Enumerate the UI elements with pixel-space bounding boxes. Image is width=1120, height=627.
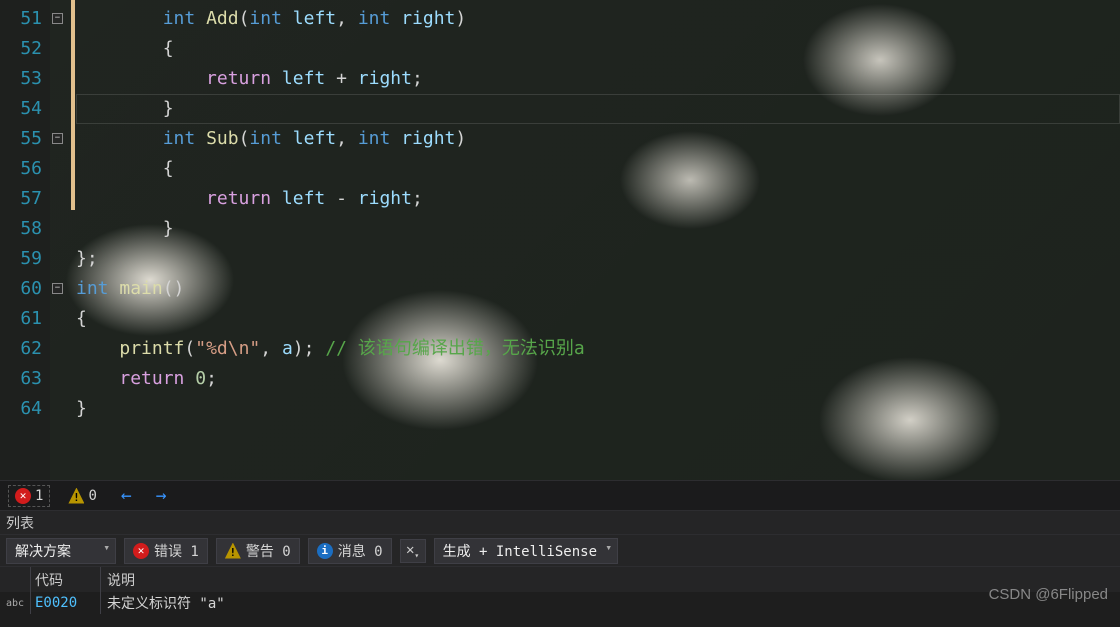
code-line[interactable]: } [76, 214, 1120, 244]
line-number: 55 [0, 124, 42, 154]
change-marker [71, 90, 75, 120]
col-desc-header[interactable]: 说明 [100, 567, 1120, 592]
fold-toggle-icon[interactable]: − [52, 133, 63, 144]
filter-messages-label: 消息 0 [338, 541, 383, 561]
clear-filter-button[interactable]: ✕▾ [400, 539, 426, 563]
line-number: 62 [0, 334, 42, 364]
line-number: 58 [0, 214, 42, 244]
code-line[interactable]: int Sub(int left, int right) [76, 124, 1120, 154]
filter-warnings-button[interactable]: ! 警告 0 [216, 538, 300, 564]
error-row[interactable]: abc E0020 未定义标识符 "a" [0, 592, 1120, 614]
status-errors[interactable]: ✕ 1 [8, 485, 50, 507]
row-desc: 未定义标识符 "a" [100, 592, 1120, 614]
code-line[interactable]: return 0; [76, 364, 1120, 394]
source-dropdown[interactable]: 生成 + IntelliSense [434, 538, 618, 564]
line-number: 52 [0, 34, 42, 64]
line-number: 56 [0, 154, 42, 184]
line-number: 60 [0, 274, 42, 304]
status-bar: ✕ 1 ! 0 ← → [0, 480, 1120, 510]
code-line[interactable]: return left - right; [76, 184, 1120, 214]
change-marker [71, 30, 75, 60]
line-number: 59 [0, 244, 42, 274]
col-code-label: 代码 [35, 570, 63, 590]
status-warnings[interactable]: ! 0 [62, 486, 102, 506]
info-icon: i [317, 543, 333, 559]
filter-errors-label: 错误 1 [154, 541, 199, 561]
code-line[interactable]: printf("%d\n", a); // 该语句编译出错，无法识别a [76, 334, 1120, 364]
filter-messages-button[interactable]: i 消息 0 [308, 538, 392, 564]
line-number-gutter: 5152535455565758596061626364 [0, 0, 50, 480]
change-marker [71, 150, 75, 180]
line-number: 53 [0, 64, 42, 94]
code-line[interactable]: }; [76, 244, 1120, 274]
row-desc-text: 未定义标识符 "a" [107, 593, 225, 613]
error-icon: ✕ [15, 488, 31, 504]
change-marker [71, 180, 75, 210]
panel-title-text: 列表 [6, 513, 34, 533]
filter-errors-button[interactable]: ✕ 错误 1 [124, 538, 208, 564]
error-list-filter-bar: 解决方案 ✕ 错误 1 ! 警告 0 i 消息 0 ✕▾ 生成 + Intell… [0, 534, 1120, 566]
fold-column: − − − [50, 0, 70, 480]
code-line[interactable]: { [76, 304, 1120, 334]
line-number: 64 [0, 394, 42, 424]
col-code-header[interactable]: 代码 [30, 567, 100, 592]
nav-prev-icon[interactable]: ← [115, 485, 138, 506]
line-number: 61 [0, 304, 42, 334]
scope-dropdown[interactable]: 解决方案 [6, 538, 116, 564]
code-line[interactable]: return left + right; [76, 64, 1120, 94]
warning-icon: ! [68, 488, 84, 504]
change-marker [71, 0, 75, 30]
scope-value: 解决方案 [15, 544, 71, 560]
line-number: 63 [0, 364, 42, 394]
row-code: E0020 [30, 592, 100, 614]
code-line[interactable]: int Add(int left, int right) [76, 4, 1120, 34]
change-marker [71, 60, 75, 90]
error-list-panel-title: 列表 [0, 510, 1120, 534]
row-icon-text: abc [6, 598, 24, 609]
error-list-header: 代码 说明 [0, 566, 1120, 592]
col-desc-label: 说明 [107, 570, 135, 590]
row-code-text: E0020 [35, 595, 77, 611]
line-number: 57 [0, 184, 42, 214]
status-warning-count: 0 [88, 488, 96, 504]
fold-toggle-icon[interactable]: − [52, 13, 63, 24]
code-editor[interactable]: 5152535455565758596061626364 − − − int Add… [0, 0, 1120, 480]
code-content[interactable]: int Add(int left, int right) { return le… [76, 0, 1120, 480]
filter-warnings-label: 警告 0 [246, 541, 291, 561]
col-icon[interactable] [0, 567, 30, 592]
code-line[interactable]: { [76, 154, 1120, 184]
row-type-icon: abc [0, 592, 30, 614]
code-line[interactable]: } [76, 394, 1120, 424]
source-value: 生成 + IntelliSense [443, 544, 597, 560]
code-line[interactable]: int main() [76, 274, 1120, 304]
code-line[interactable]: { [76, 34, 1120, 64]
line-number: 54 [0, 94, 42, 124]
nav-next-icon[interactable]: → [150, 485, 173, 506]
status-error-count: 1 [35, 488, 43, 504]
code-line[interactable]: } [76, 94, 1120, 124]
line-number: 51 [0, 4, 42, 34]
change-marker [71, 120, 75, 150]
error-icon: ✕ [133, 543, 149, 559]
warning-icon: ! [225, 543, 241, 559]
fold-toggle-icon[interactable]: − [52, 283, 63, 294]
filter-icon: ✕▾ [406, 542, 419, 560]
